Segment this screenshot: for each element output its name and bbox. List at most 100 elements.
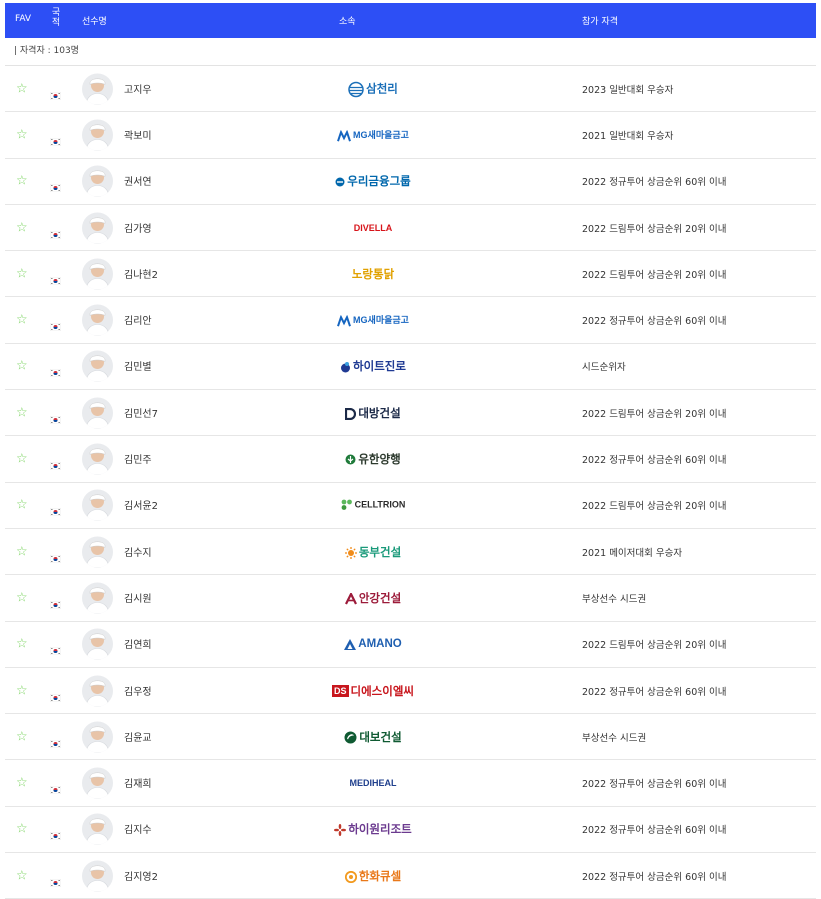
player-name[interactable]: 김민선7 — [124, 404, 158, 419]
player-name[interactable]: 김서윤2 — [124, 497, 158, 512]
favorite-star-icon[interactable]: ☆ — [16, 499, 28, 512]
sponsor-name: 하이원리조트 — [348, 824, 412, 837]
sponsor-logo: 대방건설 — [323, 405, 423, 421]
avatar[interactable] — [82, 73, 113, 105]
globe-icon — [348, 81, 366, 97]
favorite-star-icon[interactable]: ☆ — [16, 730, 28, 743]
qualification-text: 2022 정규투어 상금순위 60위 이내 — [582, 455, 727, 467]
player-name[interactable]: 김시원 — [124, 590, 152, 605]
player-name[interactable]: 김윤교 — [124, 729, 152, 744]
avatar[interactable] — [82, 860, 113, 892]
avatar[interactable] — [82, 304, 113, 336]
qualification-text: 부상선수 시드권 — [582, 593, 647, 605]
player-name[interactable]: 곽보미 — [124, 127, 152, 142]
table-row[interactable]: ☆ 김수지 동부건설 2021 메이저대회 우승자 — [5, 529, 816, 576]
avatar[interactable] — [82, 721, 113, 753]
table-row[interactable]: ☆ 김우정 DS 디에스이엘씨 2022 정규투어 상금순위 60위 이내 — [5, 668, 816, 715]
leaf-icon — [345, 454, 358, 466]
favorite-star-icon[interactable]: ☆ — [16, 314, 28, 327]
table-row[interactable]: ☆ 김지영2 한화큐셀 2022 정규투어 상금순위 60위 이내 — [5, 853, 816, 899]
favorite-star-icon[interactable]: ☆ — [16, 82, 28, 95]
table-row[interactable]: ☆ 김시원 안강건설 부상선수 시드권 — [5, 575, 816, 622]
sponsor-logo: DIVELLA — [323, 223, 423, 233]
favorite-star-icon[interactable]: ☆ — [16, 406, 28, 419]
korea-flag-icon — [49, 825, 62, 841]
avatar[interactable] — [82, 628, 113, 660]
player-name[interactable]: 고지우 — [124, 80, 152, 95]
d-icon — [345, 407, 358, 420]
player-name[interactable]: 김리안 — [124, 312, 152, 327]
korea-flag-icon — [49, 455, 62, 471]
table-row[interactable]: ☆ 김가영 DIVELLA 2022 드림투어 상금순위 20위 이내 — [5, 205, 816, 252]
favorite-star-icon[interactable]: ☆ — [16, 684, 28, 697]
avatar[interactable] — [82, 536, 113, 568]
player-name[interactable]: 김지영2 — [124, 867, 158, 882]
favorite-star-icon[interactable]: ☆ — [16, 221, 28, 234]
avatar[interactable] — [82, 119, 113, 151]
avatar[interactable] — [82, 212, 113, 244]
ds-icon: DS — [332, 685, 349, 698]
table-row[interactable]: ☆ 김민선7 대방건설 2022 드림투어 상금순위 20위 이내 — [5, 390, 816, 437]
avatar[interactable] — [82, 165, 113, 197]
avatar[interactable] — [82, 258, 113, 290]
sponsor-logo: 하이원리조트 — [323, 821, 423, 837]
player-name[interactable]: 김수지 — [124, 543, 152, 558]
avatar[interactable] — [82, 582, 113, 614]
qualification-text: 2022 정규투어 상금순위 60위 이내 — [582, 686, 727, 698]
sponsor-name: MG새마을금고 — [353, 315, 409, 326]
favorite-star-icon[interactable]: ☆ — [16, 638, 28, 651]
qualification-text: 2022 정규투어 상금순위 60위 이내 — [582, 316, 727, 328]
sponsor-name: 동부건설 — [358, 546, 402, 559]
table-row[interactable]: ☆ 김지수 하이원리조트 2022 정규투어 상금순위 60위 이내 — [5, 807, 816, 854]
table-row[interactable]: ☆ 곽보미 MG새마을금고 2021 일반대회 우승자 — [5, 112, 816, 159]
player-name[interactable]: 김민주 — [124, 451, 152, 466]
favorite-star-icon[interactable]: ☆ — [16, 823, 28, 836]
player-name[interactable]: 김가영 — [124, 219, 152, 234]
favorite-star-icon[interactable]: ☆ — [16, 777, 28, 790]
qualifier-count: | 자격자 : 103명 — [5, 38, 816, 66]
sponsor-name: 삼천리 — [366, 83, 398, 96]
sponsor-name: 대보건설 — [359, 731, 402, 744]
player-name[interactable]: 김재희 — [124, 775, 152, 790]
favorite-star-icon[interactable]: ☆ — [16, 453, 28, 466]
table-row[interactable]: ☆ 권서연 우리금융그룹 2022 정규투어 상금순위 60위 이내 — [5, 159, 816, 205]
table-row[interactable]: ☆ 고지우 삼천리 2023 일반대회 우승자 — [5, 66, 816, 113]
favorite-star-icon[interactable]: ☆ — [16, 267, 28, 280]
favorite-star-icon[interactable]: ☆ — [16, 869, 28, 882]
favorite-star-icon[interactable]: ☆ — [16, 128, 28, 141]
avatar[interactable] — [82, 443, 113, 475]
table-row[interactable]: ☆ 김민주 유한양행 2022 정규투어 상금순위 60위 이내 — [5, 436, 816, 483]
avatar[interactable] — [82, 813, 113, 845]
favorite-star-icon[interactable]: ☆ — [16, 545, 28, 558]
qualification-text: 2022 드림투어 상금순위 20위 이내 — [582, 640, 727, 652]
header-player: 선수명 — [82, 17, 107, 27]
avatar[interactable] — [82, 489, 113, 521]
avatar[interactable] — [82, 675, 113, 706]
favorite-star-icon[interactable]: ☆ — [16, 591, 28, 604]
favorite-star-icon[interactable]: ☆ — [16, 175, 28, 188]
player-name[interactable]: 김우정 — [124, 682, 152, 697]
avatar[interactable] — [82, 350, 113, 382]
korea-flag-icon — [49, 409, 62, 424]
player-name[interactable]: 김연희 — [124, 636, 152, 651]
sponsor-logo: 노랑통닭 — [323, 266, 423, 282]
sponsor-logo: DS 디에스이엘씨 — [323, 683, 423, 699]
table-row[interactable]: ☆ 김나현2 노랑통닭 2022 드림투어 상금순위 20위 이내 — [5, 251, 816, 298]
table-row[interactable]: ☆ 김서윤2 CELLTRION 2022 드림투어 상금순위 20위 이내 — [5, 483, 816, 529]
table-row[interactable]: ☆ 김리안 MG새마을금고 2022 정규투어 상금순위 60위 이내 — [5, 297, 816, 344]
qualification-text: 2022 드림투어 상금순위 20위 이내 — [582, 408, 727, 420]
player-name[interactable]: 김지수 — [124, 821, 152, 836]
player-name[interactable]: 권서연 — [124, 173, 152, 188]
avatar[interactable] — [82, 397, 113, 429]
player-name[interactable]: 김민별 — [124, 358, 152, 373]
korea-flag-icon — [49, 362, 62, 378]
player-name[interactable]: 김나현2 — [124, 266, 158, 281]
table-row[interactable]: ☆ 김연희 AMANO 2022 드림투어 상금순위 20위 이내 — [5, 622, 816, 668]
favorite-star-icon[interactable]: ☆ — [16, 360, 28, 373]
avatar[interactable] — [82, 767, 113, 799]
table-row[interactable]: ☆ 김윤교 대보건설 부상선수 시드권 — [5, 714, 816, 761]
table-row[interactable]: ☆ 김재희 MEDIHEAL 2022 정규투어 상금순위 60위 이내 — [5, 760, 816, 807]
table-row[interactable]: ☆ 김민별 하이트진로 시드순위자 — [5, 344, 816, 391]
qualification-text: 시드순위자 — [582, 362, 626, 374]
sponsor-name: AMANO — [358, 638, 402, 651]
